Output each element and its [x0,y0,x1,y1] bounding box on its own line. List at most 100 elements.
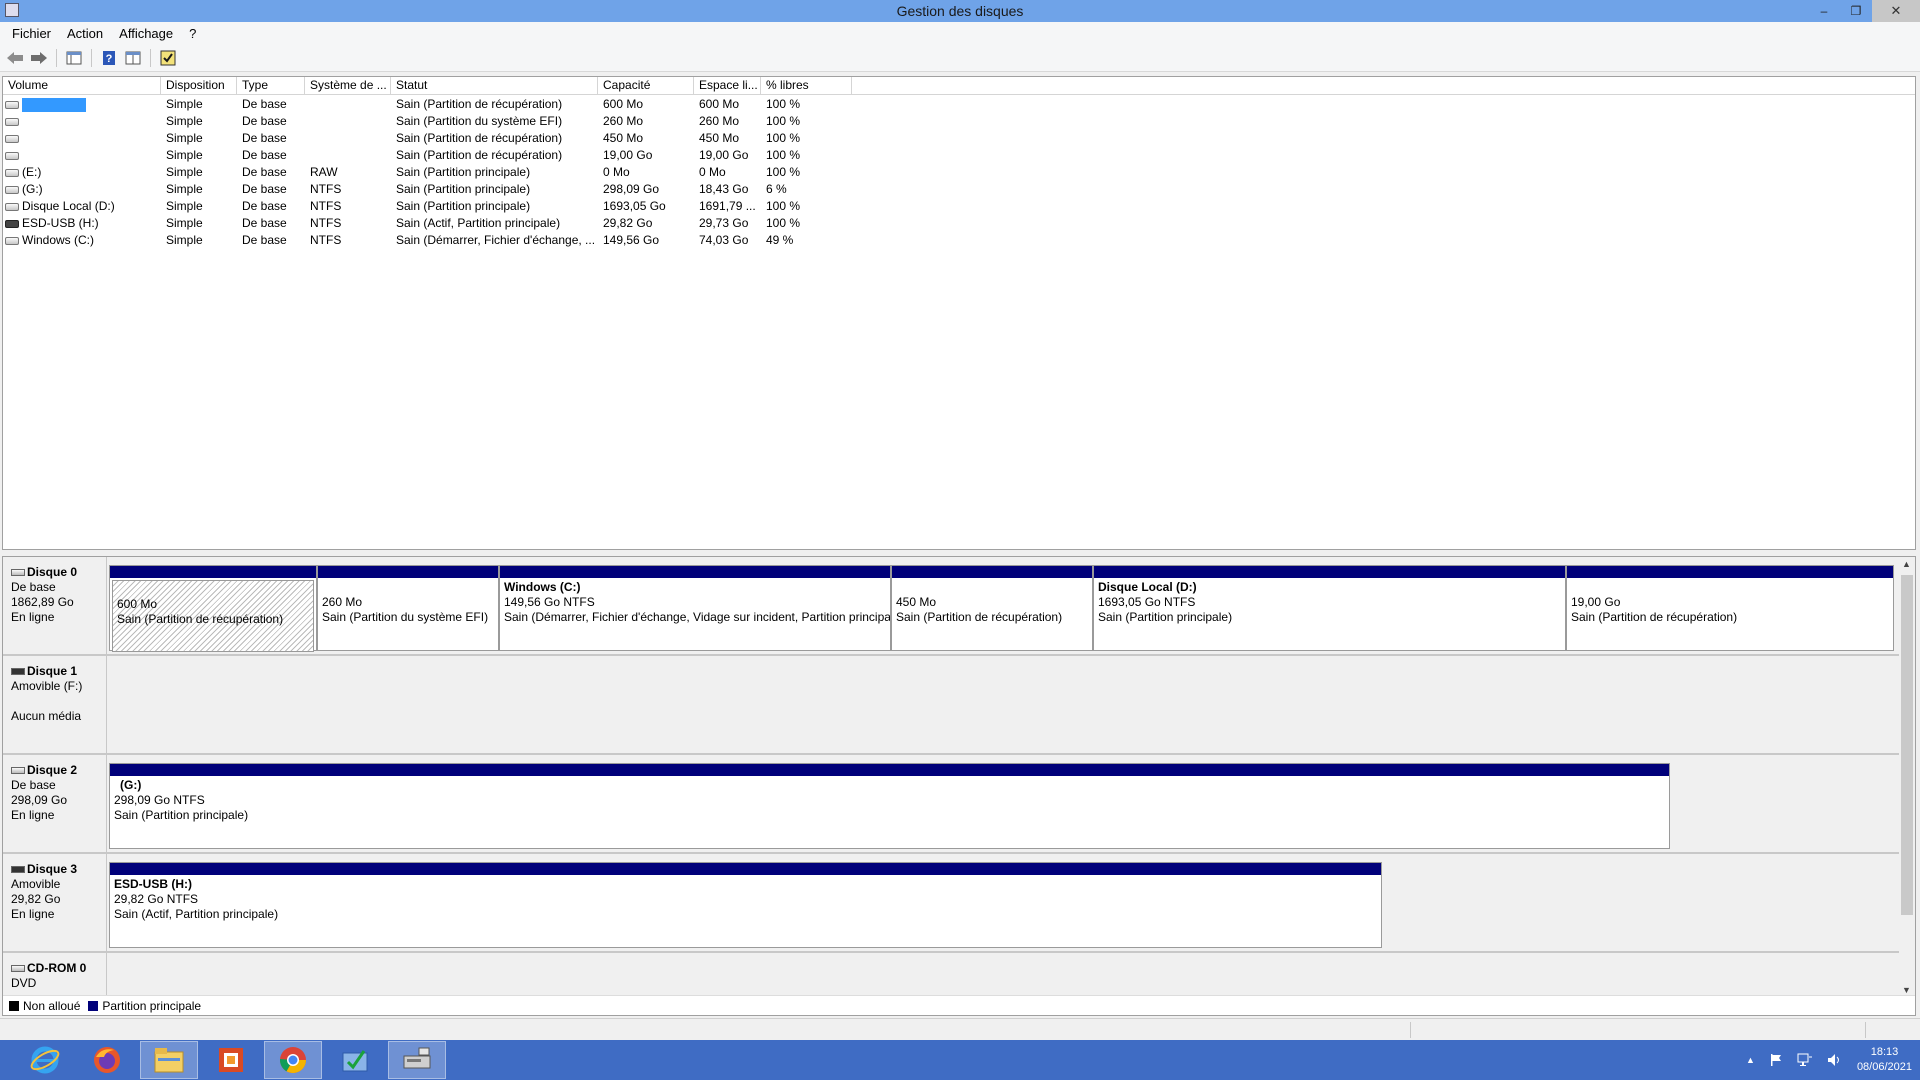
partition-size: 149,56 Go NTFS [504,595,595,609]
task-icon[interactable] [326,1041,384,1079]
disk-label[interactable]: CD-ROM 0 DVD [3,953,107,997]
table-row[interactable]: Simple De base Sain (Partition du systèm… [3,113,1915,130]
title-bar: Gestion des disques ‒ ❐ ✕ [0,0,1920,22]
menu-action[interactable]: Action [59,26,111,41]
menu-help[interactable]: ? [181,26,204,41]
partition[interactable]: 600 Mo Sain (Partition de récupération) [109,565,317,652]
cell-disposition: Simple [166,114,203,128]
partition[interactable]: (G:) 298,09 Go NTFS Sain (Partition prin… [109,763,1670,849]
volume-icon [5,134,19,143]
firefox-icon[interactable] [78,1041,136,1079]
disk-0[interactable]: Disque 0 De base 1862,89 Go En ligne 600… [3,557,1899,656]
back-icon[interactable] [4,47,26,69]
menu-fichier[interactable]: Fichier [4,26,59,41]
disk-label[interactable]: Disque 0 De base 1862,89 Go En ligne [3,557,107,656]
hard-disk-icon [11,569,25,576]
cell-type: De base [242,148,287,162]
check-icon[interactable] [157,47,179,69]
minimize-button[interactable]: ‒ [1808,0,1840,22]
show-hidden-icons-icon[interactable]: ▲ [1746,1055,1755,1065]
disk-type: Amovible [11,877,61,891]
partition-name [1571,580,1889,595]
toolbar-separator [91,48,92,67]
partition[interactable]: ESD-USB (H:) 29,82 Go NTFS Sain (Actif, … [109,862,1382,948]
disk-label[interactable]: Disque 3 Amovible 29,82 Go En ligne [3,854,107,953]
vertical-scrollbar[interactable]: ▲ ▼ [1899,557,1915,997]
cell-pct: 100 % [766,131,801,145]
disk-size: 298,09 Go [11,793,68,807]
disk-label[interactable]: Disque 2 De base 298,09 Go En ligne [3,755,107,854]
clock-date: 08/06/2021 [1856,1061,1912,1073]
pane-splitter[interactable] [0,550,1920,554]
usb-volume-icon [5,219,19,228]
disk-2[interactable]: Disque 2 De base 298,09 Go En ligne (G:)… [3,755,1899,854]
partition-status: Sain (Démarrer, Fichier d'échange, Vidag… [504,610,890,624]
col-filesystem[interactable]: Système de ... [305,77,391,95]
disk-3[interactable]: Disque 3 Amovible 29,82 Go En ligne ESD-… [3,854,1899,953]
partition-name [322,580,494,595]
console-tree-icon[interactable] [63,47,85,69]
svg-text:?: ? [106,53,113,65]
restore-button[interactable]: ❐ [1840,0,1872,22]
cell-filesystem: RAW [310,165,338,179]
disk-1[interactable]: Disque 1 Amovible (F:) Aucun média [3,656,1899,755]
cell-capacity: 600 Mo [603,97,644,111]
col-disposition[interactable]: Disposition [161,77,237,95]
help-icon[interactable]: ? [98,47,120,69]
cell-free: 18,43 Go [699,182,749,196]
col-type[interactable]: Type [237,77,305,95]
table-row[interactable]: (E:) Simple De base RAW Sain (Partition … [3,164,1915,181]
file-explorer-icon[interactable] [140,1041,198,1079]
col-volume[interactable]: Volume [3,77,161,95]
disk-type: De base [11,778,56,792]
table-row[interactable]: Disque Local (D:) Simple De base NTFS Sa… [3,198,1915,215]
table-row[interactable]: Windows (C:) Simple De base NTFS Sain (D… [3,232,1915,249]
cell-free: 450 Mo [699,131,740,145]
cell-pct: 100 % [766,97,801,111]
app-icon [5,3,19,17]
cell-status: Sain (Partition principale) [396,165,531,179]
col-status[interactable]: Statut [391,77,598,95]
office-icon[interactable] [202,1041,260,1079]
properties-icon[interactable] [122,47,144,69]
close-button[interactable]: ✕ [1872,0,1920,22]
window-title: Gestion des disques [896,3,1024,19]
disk-management-icon[interactable] [388,1041,446,1079]
action-center-flag-icon[interactable] [1769,1053,1783,1067]
scroll-thumb[interactable] [1901,575,1913,915]
col-free-space[interactable]: Espace li... [694,77,761,95]
disk-label[interactable]: Disque 1 Amovible (F:) Aucun média [3,656,107,755]
cell-filesystem [305,113,391,130]
volume-speaker-icon[interactable] [1827,1053,1843,1067]
primary-partition-swatch [88,1000,99,1011]
col-pct-free[interactable]: % libres [761,77,852,95]
partition-status: Sain (Partition du système EFI) [322,610,489,624]
partition[interactable]: Windows (C:) 149,56 Go NTFS Sain (Démarr… [499,565,891,651]
volume-icon [5,202,19,211]
table-row[interactable]: ESD-USB (H:) Simple De base NTFS Sain (A… [3,215,1915,232]
network-icon[interactable] [1797,1053,1813,1067]
menu-affichage[interactable]: Affichage [111,26,181,41]
table-row[interactable]: Simple De base Sain (Partition de récupé… [3,147,1915,164]
chrome-icon[interactable] [264,1041,322,1079]
partition[interactable]: Disque Local (D:) 1693,05 Go NTFS Sain (… [1093,565,1566,651]
internet-explorer-icon[interactable] [16,1041,74,1079]
cell-disposition: Simple [166,216,203,230]
partition-status: Sain (Partition de récupération) [1571,610,1738,624]
scroll-up-icon[interactable]: ▲ [1902,559,1911,569]
cell-status: Sain (Partition principale) [396,199,531,213]
disk-name: CD-ROM 0 [27,961,87,975]
toolbar-separator [56,48,57,67]
partition[interactable]: 450 Mo Sain (Partition de récupération) [891,565,1093,651]
scroll-down-icon[interactable]: ▼ [1902,985,1911,995]
table-row[interactable]: (G:) Simple De base NTFS Sain (Partition… [3,181,1915,198]
col-capacity[interactable]: Capacité [598,77,694,95]
table-row[interactable]: Simple De base Sain (Partition de récupé… [3,96,1915,113]
partition[interactable]: 19,00 Go Sain (Partition de récupération… [1566,565,1894,651]
forward-icon[interactable] [28,47,50,69]
partition[interactable]: 260 Mo Sain (Partition du système EFI) [317,565,499,651]
table-row[interactable]: Simple De base Sain (Partition de récupé… [3,130,1915,147]
cdrom-0[interactable]: CD-ROM 0 DVD [3,953,1899,997]
clock[interactable]: 18:13 08/06/2021 [1857,1045,1912,1075]
cell-disposition: Simple [166,182,203,196]
